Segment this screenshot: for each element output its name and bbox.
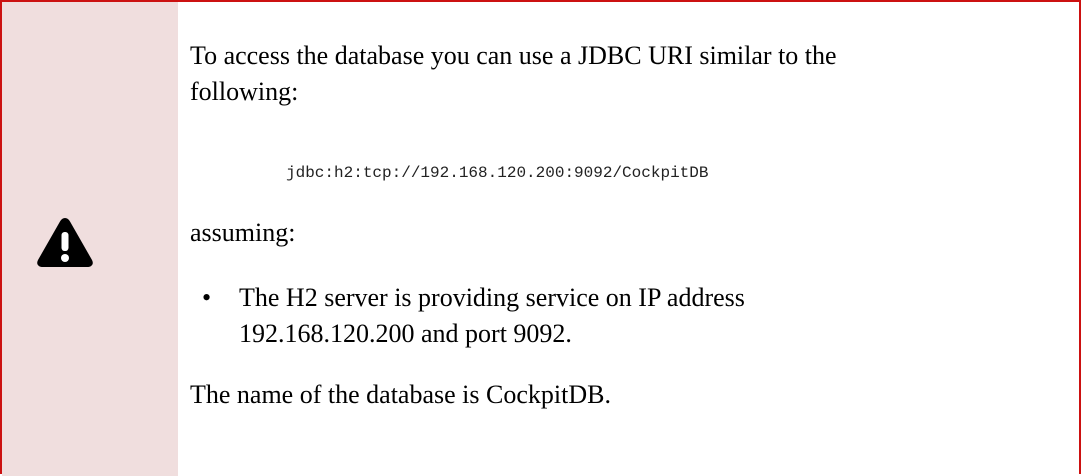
assuming-paragraph: assuming: — [190, 218, 296, 247]
callout-icon-column — [2, 2, 178, 476]
intro-paragraph: To access the database you can use a JDB… — [190, 41, 837, 106]
bullet-marker: • — [202, 283, 212, 312]
bullet-text: The H2 server is providing service on IP… — [239, 283, 745, 348]
warning-icon — [37, 218, 93, 267]
warning-callout: To access the database you can use a JDB… — [0, 0, 1081, 476]
jdbc-uri-code: jdbc:h2:tcp://192.168.120.200:9092/Cockp… — [286, 164, 709, 182]
closing-paragraph: The name of the database is CockpitDB. — [190, 380, 611, 409]
